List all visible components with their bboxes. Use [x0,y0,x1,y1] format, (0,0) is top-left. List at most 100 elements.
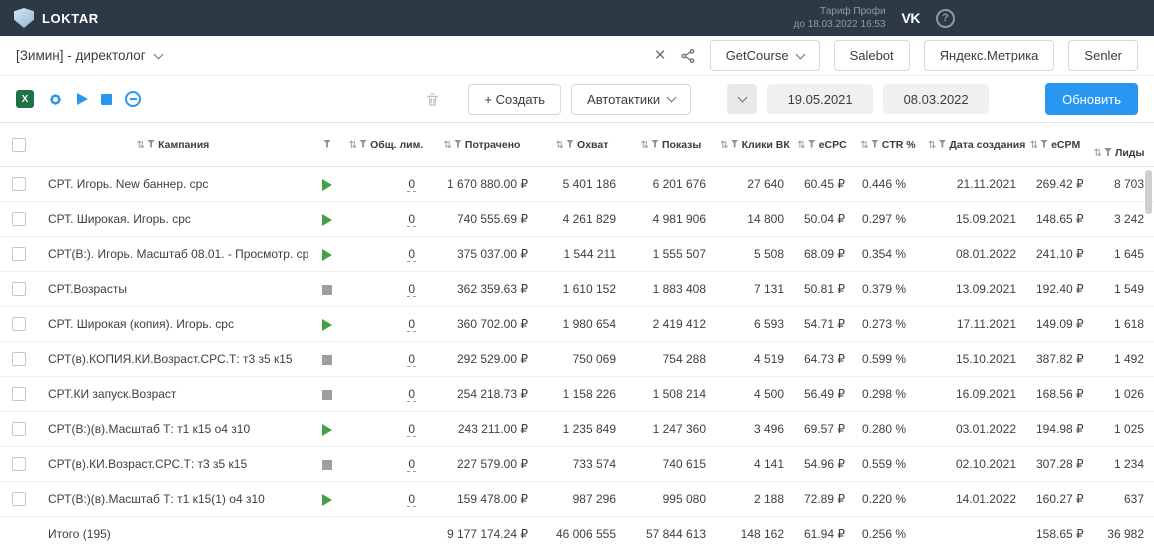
create-button[interactable]: + Создать [468,84,561,115]
campaign-name[interactable]: СРТ(в).КИ.Возраст.СРС.Т: т3 з5 к15 [38,447,308,482]
stop-status-icon[interactable] [322,390,332,400]
filter-icon[interactable] [651,140,659,148]
col-impressions[interactable]: ⇅Показы [626,123,716,167]
row-checkbox[interactable] [12,457,26,471]
col-spent[interactable]: ⇅Потрачено [426,123,538,167]
table-row: СРТ.КИ запуск.Возраст 0 254 218.73 ₽ 1 1… [0,377,1154,412]
filter-icon[interactable] [938,140,946,148]
ecpc-cell: 54.71 ₽ [794,307,850,342]
row-checkbox[interactable] [12,492,26,506]
play-status-icon[interactable] [322,249,332,261]
row-checkbox[interactable] [12,422,26,436]
date-from-input[interactable]: 19.05.2021 [767,84,873,114]
filter-icon[interactable] [808,140,816,148]
impressions-cell: 754 288 [626,342,716,377]
campaign-name[interactable]: СРТ.Возрасты [38,272,308,307]
quick-period-dropdown[interactable] [727,84,757,114]
autotactics-dropdown[interactable]: Автотактики [571,84,691,115]
campaign-name[interactable]: СРТ. Игорь. New баннер. срс [38,167,308,202]
limit-value[interactable]: 0 [407,457,416,472]
filter-icon[interactable] [1040,140,1048,148]
limit-value[interactable]: 0 [407,352,416,367]
col-ctr[interactable]: ⇅CTR % [850,123,926,167]
toolbar-left-icons: X [16,90,141,108]
stop-status-icon[interactable] [322,285,332,295]
total-clicks: 148 162 [716,517,794,552]
row-checkbox[interactable] [12,212,26,226]
campaign-name[interactable]: СРТ.КИ запуск.Возраст [38,377,308,412]
limit-value[interactable]: 0 [407,282,416,297]
campaign-name[interactable]: СРТ. Широкая (копия). Игорь. срс [38,307,308,342]
stop-campaigns-icon[interactable] [101,94,112,105]
campaign-name[interactable]: СРТ(В:). Игорь. Масштаб 08.01. - Просмот… [38,237,308,272]
limit-value[interactable]: 0 [407,177,416,192]
salebot-button[interactable]: Salebot [834,40,910,71]
col-clicks[interactable]: ⇅Клики ВК [716,123,794,167]
campaign-name[interactable]: СРТ. Широкая. Игорь. срс [38,202,308,237]
created-cell: 02.10.2021 [926,447,1026,482]
ecpm-cell: 168.56 ₽ [1026,377,1084,412]
play-status-icon[interactable] [322,424,332,436]
row-checkbox[interactable] [12,282,26,296]
filter-icon[interactable] [1104,148,1112,156]
play-status-icon[interactable] [322,179,332,191]
row-checkbox[interactable] [12,317,26,331]
excel-export-icon[interactable]: X [16,90,34,108]
row-checkbox[interactable] [12,352,26,366]
limit-value[interactable]: 0 [407,387,416,402]
select-all-checkbox[interactable] [12,138,26,152]
col-limit[interactable]: ⇅Общ. лим. [346,123,426,167]
filter-icon[interactable] [731,140,739,148]
col-status[interactable] [308,123,346,167]
campaign-name[interactable]: СРТ(В:)(в).Масштаб Т: т1 к15 о4 з10 [38,412,308,447]
created-cell: 08.01.2022 [926,237,1026,272]
limit-value[interactable]: 0 [407,317,416,332]
vk-icon[interactable]: VK [902,10,920,26]
play-status-icon[interactable] [322,319,332,331]
getcourse-button[interactable]: GetCourse [710,40,820,71]
col-reach[interactable]: ⇅Охват [538,123,626,167]
play-status-icon[interactable] [322,214,332,226]
col-ecpc[interactable]: ⇅eCPC [794,123,850,167]
created-cell: 03.01.2022 [926,412,1026,447]
col-leads[interactable]: ⇅Лиды [1084,123,1154,167]
filter-icon[interactable] [147,140,155,148]
stop-status-icon[interactable] [322,355,332,365]
filter-icon[interactable] [359,140,367,148]
logo[interactable]: LOKTAR [14,8,99,28]
filter-icon[interactable] [871,140,879,148]
spent-cell: 362 359.63 ₽ [426,272,538,307]
filter-icon[interactable] [566,140,574,148]
limit-value[interactable]: 0 [407,247,416,262]
remove-circle-icon[interactable] [125,91,141,107]
play-status-icon[interactable] [322,494,332,506]
yandex-metrika-button[interactable]: Яндекс.Метрика [924,40,1055,71]
senler-button[interactable]: Senler [1068,40,1138,71]
limit-value[interactable]: 0 [407,212,416,227]
total-ctr: 0.256 % [850,517,926,552]
help-icon[interactable]: ? [936,9,955,28]
close-icon[interactable]: × [655,46,666,65]
refresh-button[interactable]: Обновить [1045,83,1138,115]
filter-icon[interactable] [323,140,331,148]
col-ecpm[interactable]: ⇅eCPM [1026,123,1084,167]
row-checkbox[interactable] [12,247,26,261]
share-icon[interactable] [680,48,696,64]
campaign-name[interactable]: СРТ(в).КОПИЯ.КИ.Возраст.СРС.Т: т3 з5 к15 [38,342,308,377]
account-selector[interactable]: [Зимин] - директолог [16,48,162,63]
limit-value[interactable]: 0 [407,422,416,437]
stop-status-icon[interactable] [322,460,332,470]
vertical-scrollbar-thumb[interactable] [1145,170,1152,214]
col-created[interactable]: ⇅Дата создания [926,123,1026,167]
start-campaigns-icon[interactable] [77,93,88,105]
row-checkbox[interactable] [12,177,26,191]
campaign-name[interactable]: СРТ(В:)(в).Масштаб Т: т1 к15(1) о4 з10 [38,482,308,517]
filter-icon[interactable] [454,140,462,148]
limit-value[interactable]: 0 [407,492,416,507]
total-ecpc: 61.94 ₽ [794,517,850,552]
row-checkbox[interactable] [12,387,26,401]
col-campaign[interactable]: ⇅Кампания [38,123,308,167]
settings-gear-icon[interactable] [47,91,64,108]
trash-icon[interactable] [425,91,440,108]
date-to-input[interactable]: 08.03.2022 [883,84,989,114]
